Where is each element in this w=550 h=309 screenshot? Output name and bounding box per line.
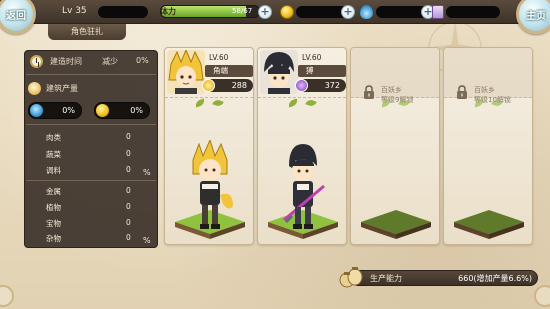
locked-slot-1[interactable]: 百妖乡 等级9解锁 [350,47,440,245]
lock-icon [364,85,374,99]
res-veg-value: 0 [126,149,131,158]
res-meat-label: 肉类 [46,133,61,142]
res-spice-label: 调料 [46,166,61,175]
res-spice-value: 0 [126,165,131,174]
player-level: Lv 35 [62,6,87,16]
production-label: 生产能力 [370,274,402,283]
plus-icon: + [260,5,270,18]
hero-figure [276,140,330,236]
stamina-value: 58/67 [232,7,253,15]
production-bags-icon [339,267,363,288]
res-metal-label: 金属 [46,187,61,196]
build-time-mod: 减少 [102,57,118,66]
pct-symbol: % [143,168,151,177]
home-label: 主页 [526,10,546,22]
gem-output-value: 0% [62,106,75,115]
hero-slot-1[interactable]: LV.60 角端 288 [164,47,254,245]
hero-slot-2[interactable]: LV.60 猼 372 [257,47,347,245]
build-time-row: 建造时间 减少 0% [26,52,156,70]
hero-card-header: LV.60 猼 372 [258,48,346,98]
locked-slot-2[interactable]: 百妖乡 等级10解锁 [443,47,533,245]
element-dark-icon [295,79,308,92]
lock-icon [457,85,467,99]
hero-level: LV.60 [209,53,229,62]
card-amount-hidden [446,6,500,18]
res-treasure-value: 0 [126,218,131,227]
hero-power: 288 [231,81,247,90]
coin-output-value: 0% [130,106,143,115]
hero-name: 猼 [306,66,314,75]
res-misc-label: 杂物 [46,234,61,243]
hero-level: LV.60 [302,53,322,62]
production-value: 660(增加产量6.6%) [458,274,532,283]
hero-avatar[interactable] [167,50,205,94]
lock-area-text: 百妖乡 [474,86,495,94]
stamina-add-button[interactable]: + [258,5,272,19]
res-misc-value: 0 [126,233,131,242]
hero-power: 372 [324,81,340,90]
leaf-decoration [212,98,224,108]
build-time-label: 建造时间 [50,57,82,66]
hero-figure [183,138,237,236]
res-meat-value: 0 [126,132,131,141]
lock-area-text: 百妖乡 [381,86,402,94]
coin-add-button[interactable]: + [341,5,355,19]
hero-name-bar: 猼 [298,65,346,77]
money-bag-icon [28,82,41,95]
hero-name: 角端 [213,66,228,75]
plus-icon: + [343,5,353,18]
gem-icon [360,5,373,19]
stamina-label: 体力 [160,7,176,16]
coin-icon [280,5,294,19]
stats-panel [24,50,158,248]
coin-icon [96,104,109,117]
grass-platform [359,208,433,240]
hero-card-header: LV.60 角端 288 [165,48,253,98]
back-label: 返回 [6,10,26,22]
res-plant-value: 0 [126,202,131,211]
hero-avatar[interactable] [260,50,298,94]
corner-ornament [534,285,550,307]
output-label: 建筑产量 [46,84,78,93]
res-metal-value: 0 [126,186,131,195]
gem-icon [30,104,43,117]
leaf-decoration [194,98,206,108]
leaf-decoration [287,98,299,108]
res-treasure-label: 宝物 [46,219,61,228]
divider [26,74,156,75]
player-name-hidden [98,6,148,18]
divider [26,180,156,181]
card-icon [432,5,444,19]
divider [26,124,156,125]
hero-name-bar: 角端 [205,65,253,77]
res-veg-label: 蔬菜 [46,150,61,159]
page-title: 角色驻扎 [48,24,126,40]
grass-platform [452,208,526,240]
leaf-decoration [305,98,317,108]
gem-output-pill: 0% [28,102,82,119]
element-light-icon [202,79,215,92]
coin-output-pill: 0% [94,102,150,119]
build-time-value: 0% [136,56,149,65]
pct-symbol: % [143,236,151,245]
res-plant-label: 植物 [46,203,61,212]
clock-icon [30,55,43,68]
